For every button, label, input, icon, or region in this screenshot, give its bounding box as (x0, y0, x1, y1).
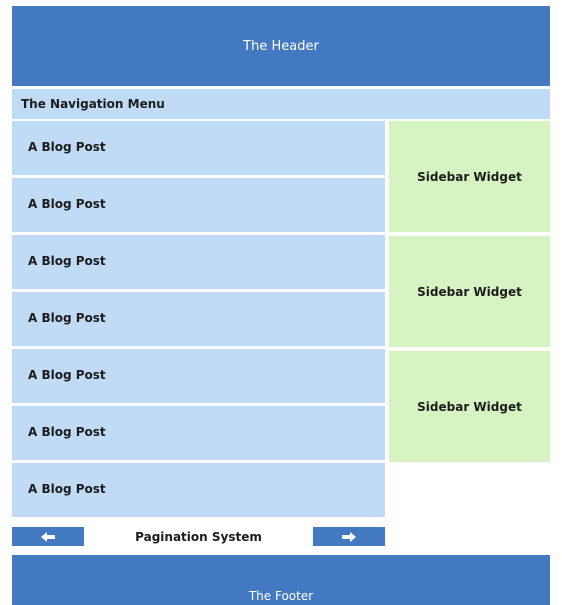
page-footer: The Footer (12, 555, 550, 605)
pagination-system: Pagination System (12, 527, 385, 546)
sidebar-widget[interactable]: Sidebar Widget (389, 236, 550, 347)
footer-label: The Footer (248, 589, 314, 603)
sidebar-widget-label: Sidebar Widget (417, 284, 522, 299)
previous-page-button[interactable] (12, 527, 84, 546)
sidebar-widget[interactable]: Sidebar Widget (389, 351, 550, 462)
blog-post-label: A Blog Post (28, 368, 106, 382)
pagination-label: Pagination System (135, 529, 262, 544)
sidebar-widget-label: Sidebar Widget (417, 399, 522, 414)
blog-post-label: A Blog Post (28, 311, 106, 325)
blog-post[interactable]: A Blog Post (12, 292, 385, 346)
blog-post[interactable]: A Blog Post (12, 406, 385, 460)
blog-post[interactable]: A Blog Post (12, 463, 385, 517)
blog-post[interactable]: A Blog Post (12, 349, 385, 403)
blog-post-label: A Blog Post (28, 140, 106, 154)
sidebar-widget-label: Sidebar Widget (417, 169, 522, 184)
right-arrow-icon (342, 531, 356, 542)
page-header: The Header (12, 6, 550, 86)
blog-post-label: A Blog Post (28, 425, 106, 439)
blog-post[interactable]: A Blog Post (12, 178, 385, 232)
sidebar: Sidebar Widget Sidebar Widget Sidebar Wi… (389, 121, 550, 466)
blog-post[interactable]: A Blog Post (12, 121, 385, 175)
next-page-button[interactable] (313, 527, 385, 546)
sidebar-widget[interactable]: Sidebar Widget (389, 121, 550, 232)
blog-post-label: A Blog Post (28, 482, 106, 496)
blog-post-label: A Blog Post (28, 197, 106, 211)
navigation-menu[interactable]: The Navigation Menu (12, 89, 550, 119)
blog-post-label: A Blog Post (28, 254, 106, 268)
left-arrow-icon (41, 531, 55, 542)
blog-post[interactable]: A Blog Post (12, 235, 385, 289)
navigation-menu-label: The Navigation Menu (21, 97, 165, 111)
blog-post-list: A Blog Post A Blog Post A Blog Post A Bl… (12, 121, 385, 520)
header-label: The Header (243, 38, 319, 54)
